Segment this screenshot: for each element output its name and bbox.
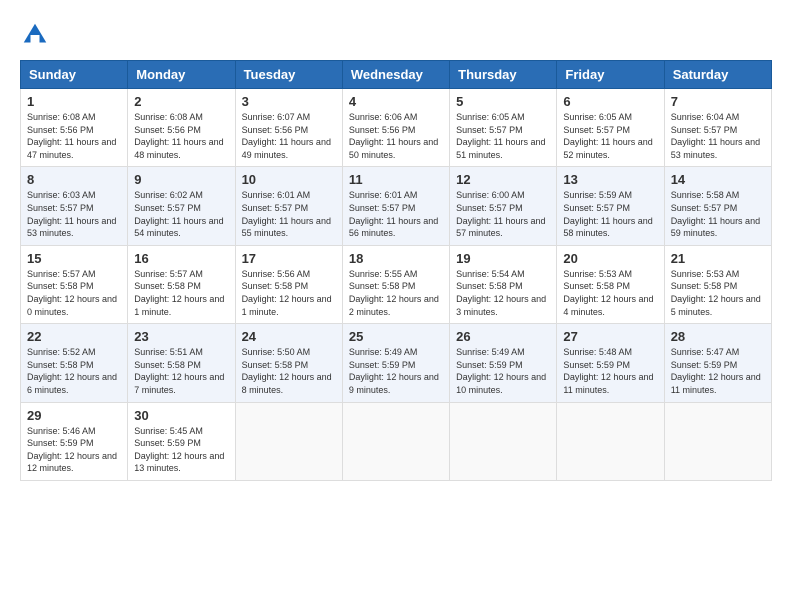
table-row: 21Sunrise: 5:53 AMSunset: 5:58 PMDayligh…	[664, 245, 771, 323]
table-row: 15Sunrise: 5:57 AMSunset: 5:58 PMDayligh…	[21, 245, 128, 323]
table-row: 25Sunrise: 5:49 AMSunset: 5:59 PMDayligh…	[342, 324, 449, 402]
table-row: 22Sunrise: 5:52 AMSunset: 5:58 PMDayligh…	[21, 324, 128, 402]
table-row: 11Sunrise: 6:01 AMSunset: 5:57 PMDayligh…	[342, 167, 449, 245]
table-row: 5Sunrise: 6:05 AMSunset: 5:57 PMDaylight…	[450, 89, 557, 167]
table-row: 16Sunrise: 5:57 AMSunset: 5:58 PMDayligh…	[128, 245, 235, 323]
table-row	[450, 402, 557, 480]
header-thursday: Thursday	[450, 61, 557, 89]
logo	[20, 20, 54, 50]
table-row: 10Sunrise: 6:01 AMSunset: 5:57 PMDayligh…	[235, 167, 342, 245]
weekday-header-row: Sunday Monday Tuesday Wednesday Thursday…	[21, 61, 772, 89]
header-wednesday: Wednesday	[342, 61, 449, 89]
table-row	[342, 402, 449, 480]
table-row: 14Sunrise: 5:58 AMSunset: 5:57 PMDayligh…	[664, 167, 771, 245]
table-row: 20Sunrise: 5:53 AMSunset: 5:58 PMDayligh…	[557, 245, 664, 323]
table-row: 4Sunrise: 6:06 AMSunset: 5:56 PMDaylight…	[342, 89, 449, 167]
table-row: 18Sunrise: 5:55 AMSunset: 5:58 PMDayligh…	[342, 245, 449, 323]
header-saturday: Saturday	[664, 61, 771, 89]
table-row: 17Sunrise: 5:56 AMSunset: 5:58 PMDayligh…	[235, 245, 342, 323]
table-row: 12Sunrise: 6:00 AMSunset: 5:57 PMDayligh…	[450, 167, 557, 245]
table-row: 1Sunrise: 6:08 AMSunset: 5:56 PMDaylight…	[21, 89, 128, 167]
table-row: 23Sunrise: 5:51 AMSunset: 5:58 PMDayligh…	[128, 324, 235, 402]
table-row: 27Sunrise: 5:48 AMSunset: 5:59 PMDayligh…	[557, 324, 664, 402]
table-row	[664, 402, 771, 480]
table-row	[235, 402, 342, 480]
header-sunday: Sunday	[21, 61, 128, 89]
header-friday: Friday	[557, 61, 664, 89]
table-row: 6Sunrise: 6:05 AMSunset: 5:57 PMDaylight…	[557, 89, 664, 167]
table-row: 13Sunrise: 5:59 AMSunset: 5:57 PMDayligh…	[557, 167, 664, 245]
table-row: 26Sunrise: 5:49 AMSunset: 5:59 PMDayligh…	[450, 324, 557, 402]
table-row: 19Sunrise: 5:54 AMSunset: 5:58 PMDayligh…	[450, 245, 557, 323]
logo-icon	[20, 20, 50, 50]
table-row: 3Sunrise: 6:07 AMSunset: 5:56 PMDaylight…	[235, 89, 342, 167]
header-monday: Monday	[128, 61, 235, 89]
table-row: 24Sunrise: 5:50 AMSunset: 5:58 PMDayligh…	[235, 324, 342, 402]
table-row: 28Sunrise: 5:47 AMSunset: 5:59 PMDayligh…	[664, 324, 771, 402]
header-tuesday: Tuesday	[235, 61, 342, 89]
calendar: Sunday Monday Tuesday Wednesday Thursday…	[20, 60, 772, 481]
table-row: 9Sunrise: 6:02 AMSunset: 5:57 PMDaylight…	[128, 167, 235, 245]
table-row: 2Sunrise: 6:08 AMSunset: 5:56 PMDaylight…	[128, 89, 235, 167]
table-row: 8Sunrise: 6:03 AMSunset: 5:57 PMDaylight…	[21, 167, 128, 245]
table-row: 30Sunrise: 5:45 AMSunset: 5:59 PMDayligh…	[128, 402, 235, 480]
table-row: 7Sunrise: 6:04 AMSunset: 5:57 PMDaylight…	[664, 89, 771, 167]
table-row: 29Sunrise: 5:46 AMSunset: 5:59 PMDayligh…	[21, 402, 128, 480]
table-row	[557, 402, 664, 480]
page-header	[20, 20, 772, 50]
